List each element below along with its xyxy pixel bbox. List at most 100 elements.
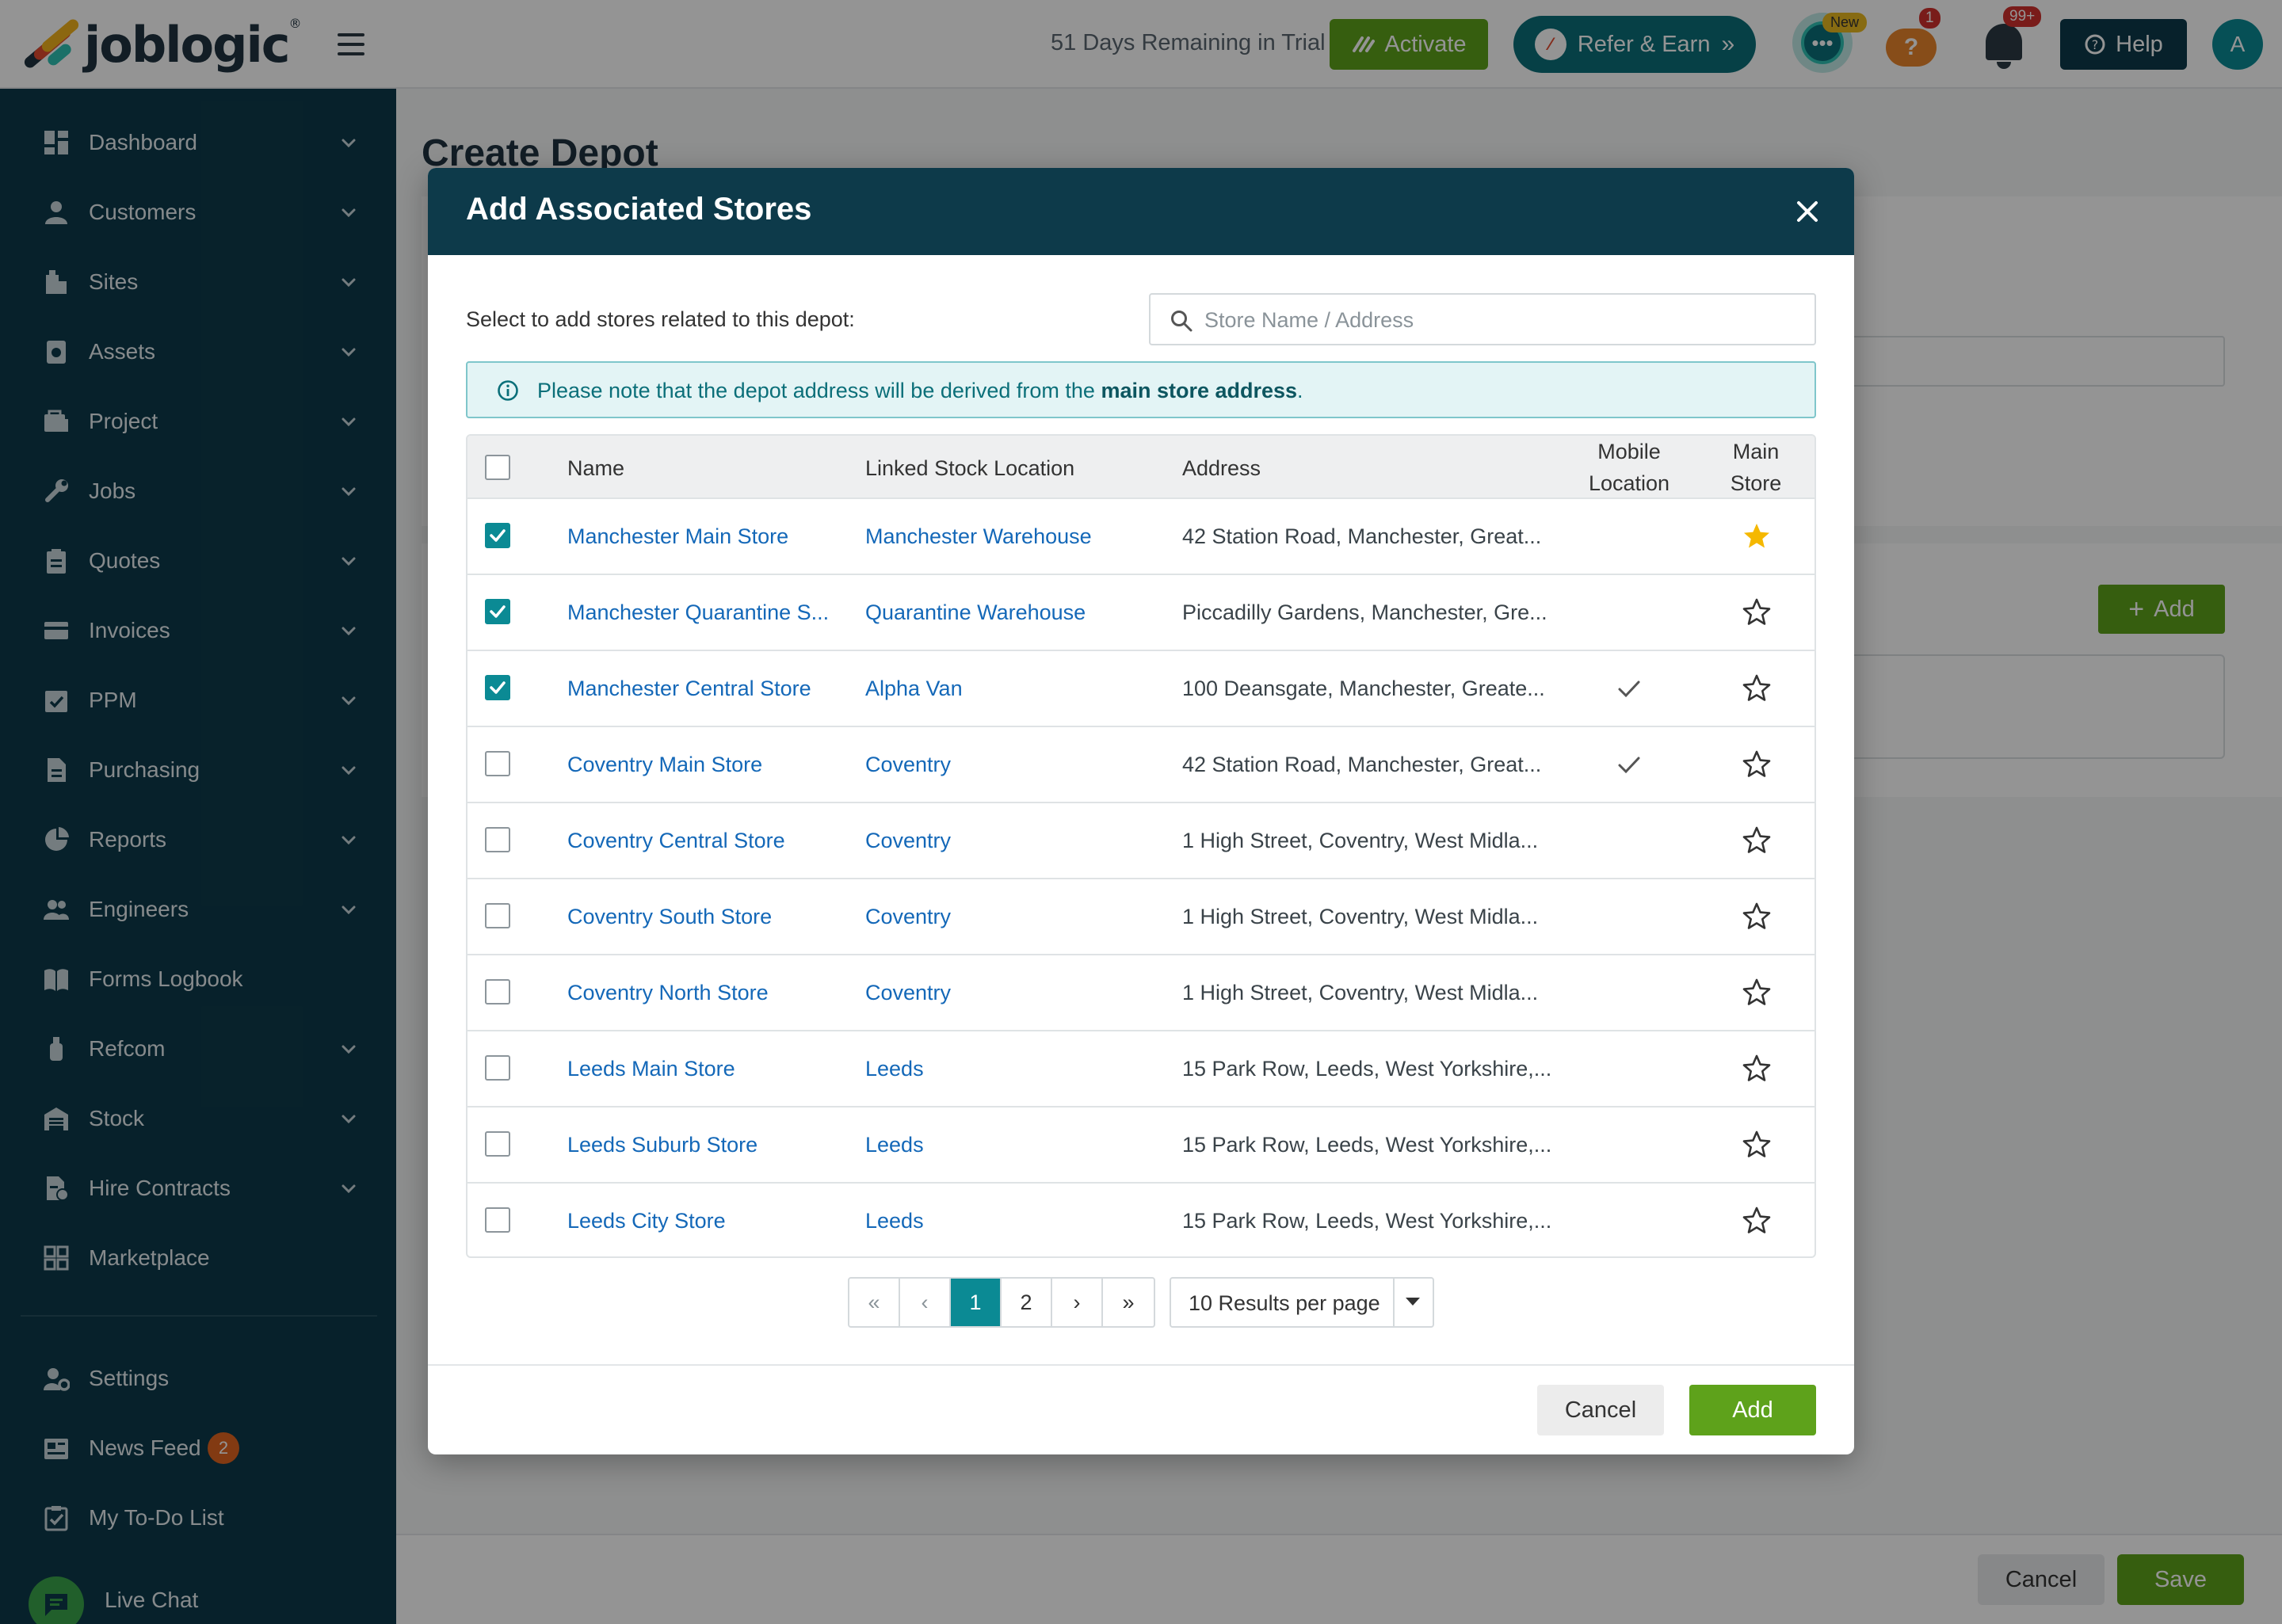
first-page-button[interactable]: « — [849, 1279, 900, 1326]
linked-stock-location-link[interactable]: Alpha Van — [865, 677, 1166, 701]
next-page-button[interactable]: › — [1052, 1279, 1103, 1326]
store-address: 1 High Street, Coventry, West Midla... — [1182, 981, 1539, 1005]
select-all-checkbox[interactable] — [485, 455, 510, 480]
main-store-star-icon[interactable] — [1742, 1130, 1772, 1160]
table-row[interactable]: Leeds Main Store Leeds 15 Park Row, Leed… — [467, 1031, 1815, 1107]
close-icon[interactable] — [1789, 193, 1826, 230]
linked-stock-location-link[interactable]: Coventry — [865, 753, 1166, 777]
table-row[interactable]: Coventry Central Store Coventry 1 High S… — [467, 803, 1815, 879]
column-header-main-store: Main Store — [1692, 436, 1815, 499]
main-store-star-icon[interactable] — [1742, 1206, 1772, 1236]
linked-stock-location-link[interactable]: Coventry — [865, 905, 1166, 929]
store-address: 42 Station Road, Manchester, Great... — [1182, 524, 1542, 548]
row-checkbox[interactable] — [485, 1207, 510, 1233]
add-associated-stores-modal: Add Associated Stores Select to add stor… — [428, 168, 1854, 1454]
main-store-star-icon[interactable] — [1742, 673, 1772, 703]
store-address: 1 High Street, Coventry, West Midla... — [1182, 829, 1539, 852]
main-store-star-icon[interactable] — [1742, 978, 1772, 1008]
linked-stock-location-link[interactable]: Coventry — [865, 981, 1166, 1005]
linked-stock-location-link[interactable]: Quarantine Warehouse — [865, 600, 1166, 625]
notice-suffix: . — [1297, 379, 1303, 402]
main-store-star-filled-icon[interactable] — [1742, 521, 1772, 551]
store-address: 42 Station Road, Manchester, Great... — [1182, 753, 1542, 776]
notice-emphasis: main store address — [1101, 379, 1298, 402]
mobile-location-check-icon — [1615, 751, 1643, 780]
row-checkbox[interactable] — [485, 1131, 510, 1157]
pagination: « ‹ 1 2 › » — [848, 1277, 1155, 1328]
column-header-name[interactable]: Name — [567, 456, 624, 481]
linked-stock-location-link[interactable]: Leeds — [865, 1133, 1166, 1157]
modal-header: Add Associated Stores — [428, 168, 1854, 255]
store-name-link[interactable]: Manchester Quarantine S... — [567, 600, 853, 625]
mobile-header-line1: Mobile — [1597, 440, 1661, 463]
mobile-location-check-icon — [1615, 675, 1643, 703]
main-store-star-icon[interactable] — [1742, 597, 1772, 627]
row-checkbox[interactable] — [485, 675, 510, 700]
linked-stock-location-link[interactable]: Leeds — [865, 1209, 1166, 1233]
store-name-link[interactable]: Manchester Main Store — [567, 524, 853, 549]
last-page-button[interactable]: » — [1103, 1279, 1154, 1326]
main-store-star-icon[interactable] — [1742, 902, 1772, 932]
store-address: 100 Deansgate, Manchester, Greate... — [1182, 677, 1545, 700]
store-search-input[interactable] — [1204, 303, 1791, 337]
table-row[interactable]: Coventry Main Store Coventry 42 Station … — [467, 727, 1815, 803]
table-row[interactable]: Manchester Quarantine S... Quarantine Wa… — [467, 575, 1815, 651]
store-name-link[interactable]: Leeds City Store — [567, 1209, 853, 1233]
stores-table: Name Linked Stock Location Address Mobil… — [466, 434, 1816, 1258]
store-address: Piccadilly Gardens, Manchester, Gre... — [1182, 600, 1547, 624]
column-header-mobile-location: Mobile Location — [1566, 436, 1692, 499]
store-name-link[interactable]: Manchester Central Store — [567, 677, 853, 701]
main-header-line1: Main — [1732, 440, 1780, 463]
store-name-link[interactable]: Leeds Main Store — [567, 1057, 853, 1081]
search-icon — [1171, 311, 1193, 332]
modal-title: Add Associated Stores — [466, 192, 812, 227]
row-checkbox[interactable] — [485, 827, 510, 852]
info-icon — [498, 380, 518, 401]
table-row[interactable]: Leeds Suburb Store Leeds 15 Park Row, Le… — [467, 1107, 1815, 1184]
notice-text: Please note that the depot address will … — [537, 379, 1101, 402]
row-checkbox[interactable] — [485, 751, 510, 776]
store-search-box — [1149, 293, 1816, 345]
table-header: Name Linked Stock Location Address Mobil… — [467, 436, 1815, 499]
main-header-line2: Store — [1730, 471, 1782, 495]
depot-address-notice: Please note that the depot address will … — [466, 361, 1816, 418]
table-row[interactable]: Coventry South Store Coventry 1 High Str… — [467, 879, 1815, 955]
results-per-page-value: 10 Results per page — [1189, 1291, 1380, 1315]
column-header-address[interactable]: Address — [1182, 456, 1261, 481]
linked-stock-location-link[interactable]: Manchester Warehouse — [865, 524, 1166, 549]
select-stores-label: Select to add stores related to this dep… — [466, 307, 855, 331]
store-address: 15 Park Row, Leeds, West Yorkshire,... — [1182, 1057, 1552, 1081]
main-store-star-icon[interactable] — [1742, 1054, 1772, 1084]
main-store-star-icon[interactable] — [1742, 825, 1772, 856]
store-name-link[interactable]: Coventry Central Store — [567, 829, 853, 853]
mobile-header-line2: Location — [1588, 471, 1670, 495]
page-2-button[interactable]: 2 — [1002, 1279, 1052, 1326]
row-checkbox[interactable] — [485, 1055, 510, 1081]
table-row[interactable]: Manchester Main Store Manchester Warehou… — [467, 499, 1815, 575]
row-checkbox[interactable] — [485, 903, 510, 928]
store-address: 1 High Street, Coventry, West Midla... — [1182, 905, 1539, 928]
results-per-page-select[interactable]: 10 Results per page — [1170, 1277, 1434, 1328]
table-row[interactable]: Coventry North Store Coventry 1 High Str… — [467, 955, 1815, 1031]
row-checkbox[interactable] — [485, 979, 510, 1005]
caret-down-icon — [1406, 1298, 1420, 1306]
store-name-link[interactable]: Coventry North Store — [567, 981, 853, 1005]
store-name-link[interactable]: Coventry Main Store — [567, 753, 853, 777]
modal-footer-divider — [428, 1364, 1854, 1366]
store-name-link[interactable]: Coventry South Store — [567, 905, 853, 929]
store-address: 15 Park Row, Leeds, West Yorkshire,... — [1182, 1209, 1552, 1233]
row-checkbox[interactable] — [485, 599, 510, 624]
store-name-link[interactable]: Leeds Suburb Store — [567, 1133, 853, 1157]
page-1-button[interactable]: 1 — [951, 1279, 1002, 1326]
linked-stock-location-link[interactable]: Leeds — [865, 1057, 1166, 1081]
modal-cancel-button[interactable]: Cancel — [1537, 1385, 1664, 1435]
row-checkbox[interactable] — [485, 523, 510, 548]
column-header-linked-stock-location[interactable]: Linked Stock Location — [865, 456, 1074, 481]
table-row[interactable]: Leeds City Store Leeds 15 Park Row, Leed… — [467, 1184, 1815, 1256]
table-row[interactable]: Manchester Central Store Alpha Van 100 D… — [467, 651, 1815, 727]
previous-page-button[interactable]: ‹ — [900, 1279, 951, 1326]
linked-stock-location-link[interactable]: Coventry — [865, 829, 1166, 853]
store-address: 15 Park Row, Leeds, West Yorkshire,... — [1182, 1133, 1552, 1157]
main-store-star-icon[interactable] — [1742, 749, 1772, 780]
modal-add-button[interactable]: Add — [1689, 1385, 1816, 1435]
